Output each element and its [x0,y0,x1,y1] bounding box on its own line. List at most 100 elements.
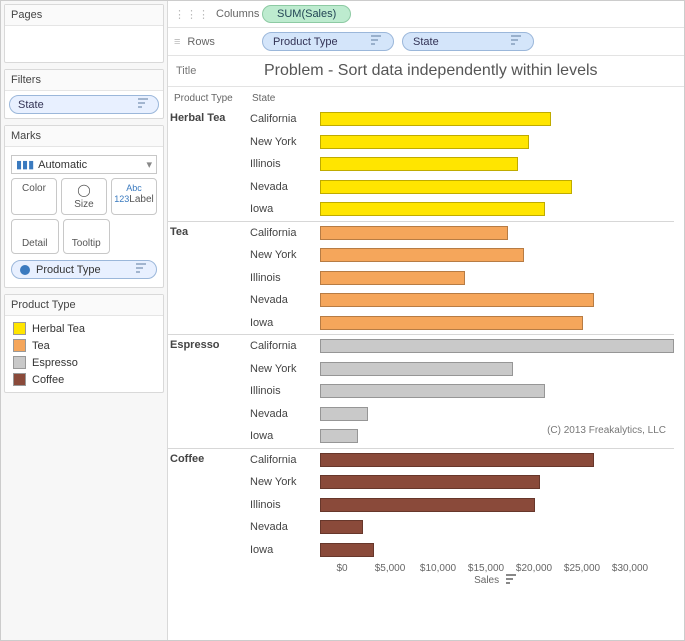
axis-tick: $10,000 [414,563,462,574]
bar[interactable] [320,384,545,398]
header-product-type: Product Type [174,93,252,104]
chevron-down-icon: ▾ [146,158,152,171]
rows-field-1-label: State [413,36,439,48]
header-state: State [252,93,318,104]
columns-field-label: SUM(Sales) [277,8,336,20]
state-label: Iowa [250,317,320,329]
columns-shelf-label: Columns [216,8,259,20]
legend-item[interactable]: Espresso [9,354,159,371]
app-root: Pages Filters State Marks ▮▮▮ Automatic [0,0,685,641]
size-icon: ◯ [62,183,106,197]
columns-field-pill[interactable]: SUM(Sales) [262,5,351,23]
chart-group: Herbal TeaCaliforniaNew YorkIllinoisNeva… [168,108,674,221]
rows-grip-icon: ≡ [174,36,181,48]
marks-tooltip-button[interactable]: Tooltip [63,219,111,254]
state-label: California [250,227,320,239]
rows-field-pill-1[interactable]: State [402,32,534,51]
group-label: Coffee [168,449,250,562]
rows-label-wrap: ≡ Rows [174,36,254,48]
color-dot-icon [20,265,30,275]
rows-field-pill-0[interactable]: Product Type [262,32,394,51]
axis-tick: $25,000 [558,563,606,574]
filter-sort-icon [138,98,150,111]
bar[interactable] [320,293,594,307]
chart-credit: (C) 2013 Freakalytics, LLC [547,425,666,436]
chart-row: Nevada [250,176,674,199]
axis-tick: $0 [318,563,366,574]
chart-row: New York [250,244,674,267]
group-label: Espresso [168,335,250,448]
chart-row: Iowa [250,312,674,335]
marks-type-select[interactable]: ▮▮▮ Automatic ▾ [11,155,157,174]
bar[interactable] [320,498,535,512]
bar[interactable] [320,271,465,285]
bar[interactable] [320,520,363,534]
main-panel: ⋮⋮⋮ Columns SUM(Sales) ≡ Rows Product Ty… [168,1,684,640]
bar[interactable] [320,180,572,194]
legend-swatch [13,322,26,335]
chart-headers: Product Type State [168,91,674,108]
bar[interactable] [320,453,594,467]
sidebar: Pages Filters State Marks ▮▮▮ Automatic [1,1,168,640]
chart-row: Iowa [250,539,674,562]
legend-card: Product Type Herbal TeaTeaEspressoCoffee [4,294,164,393]
bar[interactable] [320,429,358,443]
legend-label: Tea [32,340,50,352]
chart-row: New York [250,471,674,494]
bar[interactable] [320,543,374,557]
marks-color-button[interactable]: Color [11,178,57,215]
state-label: Iowa [250,430,320,442]
bar[interactable] [320,362,513,376]
bar[interactable] [320,112,551,126]
rows-shelf[interactable]: ≡ Rows Product Type State [168,28,684,56]
columns-grip-icon: ⋮⋮⋮ [174,8,210,21]
bar[interactable] [320,475,540,489]
legend-item[interactable]: Coffee [9,371,159,388]
marks-size-button[interactable]: ◯ Size [61,178,107,215]
state-label: Nevada [250,521,320,533]
chart-row: Illinois [250,267,674,290]
axis-tick: $20,000 [510,563,558,574]
chart-row: New York [250,131,674,154]
title-row: Title Problem - Sort data independently … [168,56,684,87]
x-axis-title: Sales [318,574,674,587]
marks-card: Marks ▮▮▮ Automatic ▾ Color ◯Size Abc123… [4,125,164,288]
state-label: Iowa [250,203,320,215]
chart-row: Illinois [250,494,674,517]
state-label: Nevada [250,408,320,420]
bar[interactable] [320,135,529,149]
axis-sort-icon[interactable] [506,574,518,587]
state-label: Illinois [250,272,320,284]
pages-body[interactable] [5,26,163,62]
marks-label-button[interactable]: Abc123Label [111,178,157,215]
chart-title[interactable]: Problem - Sort data independently within… [264,62,598,80]
sort-icon [511,35,523,48]
bar[interactable] [320,248,524,262]
bar[interactable] [320,316,583,330]
state-label: Iowa [250,544,320,556]
pages-title: Pages [5,5,163,26]
columns-shelf[interactable]: ⋮⋮⋮ Columns SUM(Sales) [168,1,684,28]
chart-group: CoffeeCalifornia New YorkIllinois Nevada Io… [168,448,674,562]
marks-label-label: Label [129,194,153,205]
marks-type-label: Automatic [38,159,87,171]
marks-size-label: Size [74,199,93,210]
legend-item[interactable]: Herbal Tea [9,320,159,337]
marks-detail-button[interactable]: Detail [11,219,59,254]
rows-field-0-label: Product Type [273,36,338,48]
bar[interactable] [320,339,674,353]
bar[interactable] [320,407,368,421]
axis-tick: $15,000 [462,563,510,574]
state-label: California [250,454,320,466]
marks-color-pill-label: Product Type [36,264,101,276]
bar[interactable] [320,202,545,216]
bar[interactable] [320,157,518,171]
chart-row: California [250,222,674,245]
bar[interactable] [320,226,508,240]
chart-row: Nevada [250,403,674,426]
chart-row: Nevada [250,516,674,539]
filter-pill-state[interactable]: State [9,95,159,114]
marks-color-pill[interactable]: Product Type [11,260,157,279]
legend-item[interactable]: Tea [9,337,159,354]
state-label: New York [250,136,320,148]
